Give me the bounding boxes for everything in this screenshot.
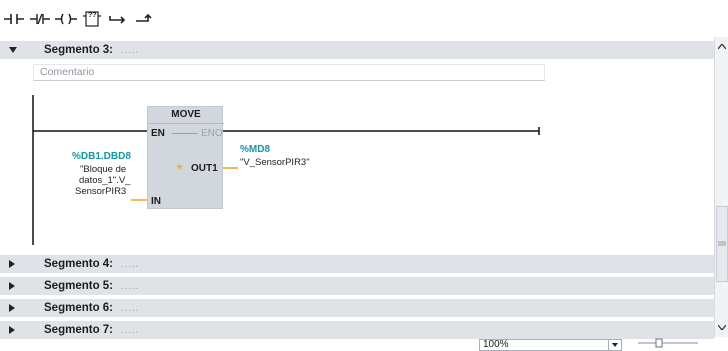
segment-5-comment-dots: ..... (121, 280, 139, 292)
scroll-down-icon[interactable] (716, 321, 728, 333)
segment-7-comment-dots: ..... (121, 324, 139, 336)
nc-contact-icon[interactable] (29, 9, 51, 29)
pin-in: IN (151, 196, 161, 207)
close-branch-icon[interactable] (133, 9, 155, 29)
expand-arrow-icon[interactable] (9, 260, 23, 268)
expand-arrow-icon[interactable] (9, 326, 23, 334)
zoom-slider[interactable] (638, 338, 702, 348)
in-operand-name-line1[interactable]: "Bloque de (80, 164, 126, 176)
segment-4-header[interactable]: Segmento 4: ..... (0, 255, 714, 274)
segment-7-title: Segmento 7: (44, 324, 114, 336)
empty-box-label: ?? (88, 12, 97, 19)
segment-6-comment-dots: ..... (121, 302, 139, 314)
pin-eno: ENO (201, 128, 223, 139)
move-title: MOVE (171, 109, 201, 120)
open-branch-icon[interactable] (107, 9, 129, 29)
pin-out1: OUT1 (191, 163, 218, 174)
in-operand-name-line3[interactable]: SensorPIR3 (75, 186, 126, 198)
zoom-value: 100% (483, 339, 509, 350)
segment-7-header[interactable]: Segmento 7: ..... (0, 321, 714, 340)
scrollbar-thumb[interactable] (716, 206, 728, 282)
in-operand-name-line2[interactable]: datos_1".V_ (79, 175, 130, 187)
segment-4-comment-dots: ..... (121, 258, 139, 270)
output-marker-icon: ✳ (176, 162, 184, 172)
zoom-select[interactable]: 100% (479, 339, 622, 351)
in-operand-address[interactable]: %DB1.DBD8 (72, 151, 131, 162)
move-title-divider (148, 123, 224, 124)
empty-box-icon[interactable]: ?? (81, 9, 103, 29)
move-instruction-box[interactable]: MOVE EN ENO ✳ OUT1 IN (147, 106, 224, 209)
out-operand-name[interactable]: "V_SensorPIR3" (240, 157, 310, 169)
segment-5-title: Segmento 5: (44, 280, 114, 292)
ladder-toolbar: ?? (0, 0, 728, 36)
segment-5-header[interactable]: Segmento 5: ..... (0, 277, 714, 296)
pin-en: EN (151, 128, 165, 139)
coil-icon[interactable] (55, 9, 77, 29)
scroll-up-icon[interactable] (716, 40, 728, 52)
no-contact-icon[interactable] (3, 9, 25, 29)
ladder-network-3 (32, 95, 540, 245)
segment-4-title: Segmento 4: (44, 258, 114, 270)
ladder-editor: Segmento 3: ..... Comentario MOVE EN ENO… (0, 37, 714, 349)
expand-arrow-icon[interactable] (9, 304, 23, 312)
segment-6-header[interactable]: Segmento 6: ..... (0, 299, 714, 318)
expand-arrow-icon[interactable] (9, 282, 23, 290)
en-eno-line (172, 133, 198, 134)
out-operand-address[interactable]: %MD8 (240, 144, 270, 155)
segment-6-title: Segmento 6: (44, 302, 114, 314)
vertical-scrollbar[interactable] (714, 37, 728, 337)
